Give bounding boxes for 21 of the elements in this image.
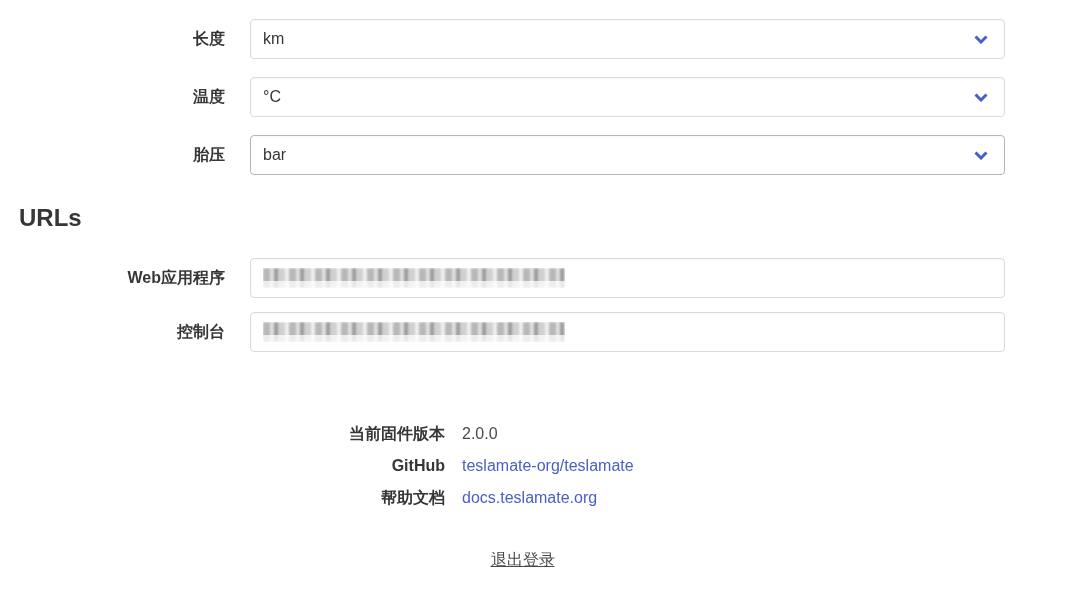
chevron-down-icon	[974, 150, 988, 160]
logout-link[interactable]: 退出登录	[490, 550, 555, 568]
info-link[interactable]: teslamate-org/teslamate	[462, 453, 634, 478]
url-input[interactable]	[250, 257, 1005, 298]
url-input[interactable]	[250, 311, 1005, 352]
info-label: 当前固件版本	[349, 424, 445, 442]
field-label: Web应用程序	[127, 267, 225, 288]
info-link[interactable]: docs.teslamate.org	[462, 485, 598, 510]
field-label: 控制台	[177, 321, 225, 342]
unit-select[interactable]: °C	[250, 77, 1005, 117]
section-heading: URLs	[19, 204, 83, 233]
field-label: 温度	[193, 87, 225, 107]
field-label: 胎压	[193, 145, 225, 165]
info-label: GitHub	[391, 456, 445, 474]
info-value: 2.0.0	[462, 423, 498, 444]
field-label: 长度	[193, 29, 225, 49]
info-label: 帮助文档	[381, 488, 445, 506]
chevron-down-icon	[974, 34, 988, 44]
unit-select[interactable]: km	[250, 19, 1005, 59]
chevron-down-icon	[974, 92, 988, 102]
unit-select[interactable]: bar	[250, 135, 1005, 175]
